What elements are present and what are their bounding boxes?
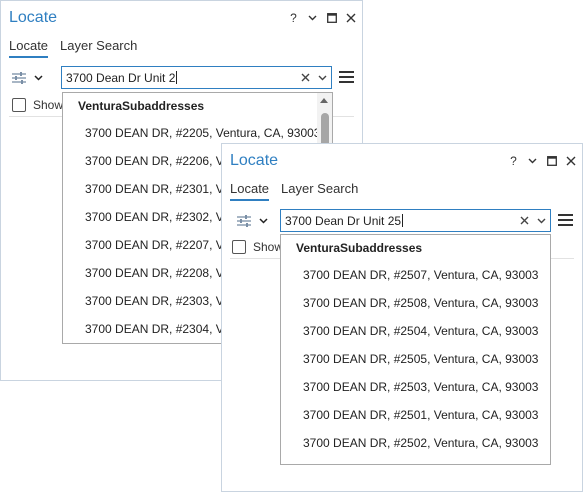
chevron-down-icon <box>528 158 537 163</box>
tab-locate[interactable]: Locate <box>9 38 49 58</box>
search-input-value: 3700 Dean Dr Unit 25 <box>285 213 402 228</box>
suggestion-item[interactable]: 3700 DEAN DR, #2501, Ventura, CA, 93003 <box>303 408 538 422</box>
suggestions-dropdown: VenturaSubaddresses 3700 DEAN DR, #2507,… <box>280 234 551 465</box>
pane-title: Locate <box>230 152 279 169</box>
close-icon <box>566 156 575 165</box>
chevron-down-icon[interactable] <box>318 75 327 81</box>
suggestion-item[interactable]: 3700 DEAN DR, #2502, Ventura, CA, 93003 <box>303 436 538 450</box>
sliders-icon <box>237 215 251 227</box>
tab-bar: Locate Layer Search <box>9 38 137 58</box>
tab-bar: Locate Layer Search <box>230 181 358 201</box>
help-button[interactable]: ? <box>508 153 519 168</box>
close-button[interactable] <box>565 154 576 167</box>
hamburger-menu-icon[interactable] <box>339 71 354 83</box>
sliders-icon <box>12 72 26 84</box>
help-icon: ? <box>290 10 297 25</box>
show-checkbox[interactable] <box>12 98 26 112</box>
hamburger-menu-icon[interactable] <box>558 214 573 226</box>
suggestion-item[interactable]: 3700 DEAN DR, #2508, Ventura, CA, 93003 <box>303 296 538 310</box>
scroll-up-icon[interactable] <box>320 98 328 103</box>
maximize-icon <box>546 155 557 166</box>
chevron-down-icon[interactable] <box>537 218 546 224</box>
tab-locate[interactable]: Locate <box>230 181 270 201</box>
pane-title: Locate <box>9 9 58 26</box>
text-cursor <box>402 213 404 227</box>
maximize-button[interactable] <box>546 154 557 167</box>
maximize-icon <box>326 12 337 23</box>
suggestion-item[interactable]: 3700 DEAN DR, #2503, Ventura, CA, 93003 <box>303 380 538 394</box>
locator-options[interactable] <box>11 71 43 85</box>
clear-icon[interactable] <box>301 73 310 82</box>
clear-icon[interactable] <box>520 216 529 225</box>
show-label: Show <box>33 98 64 112</box>
show-option-row[interactable]: Show <box>232 240 283 254</box>
suggestion-item[interactable]: 3700 DEAN DR, #2505, Ventura, CA, 93003 <box>303 352 538 366</box>
show-option-row[interactable]: Show <box>12 98 63 112</box>
close-button[interactable] <box>345 11 356 24</box>
chevron-down-icon <box>259 218 268 224</box>
tab-layer-search[interactable]: Layer Search <box>60 38 137 58</box>
suggestion-item[interactable]: 3700 DEAN DR, #2507, Ventura, CA, 93003 <box>303 268 538 282</box>
text-cursor <box>176 70 178 84</box>
show-checkbox[interactable] <box>232 240 246 254</box>
chevron-down-icon <box>34 75 43 81</box>
suggestion-item[interactable]: 3700 DEAN DR, #2504, Ventura, CA, 93003 <box>303 324 538 338</box>
locate-pane-front: Locate ? Locate Layer Search 3700 Dean D… <box>221 143 583 492</box>
scroll-thumb[interactable] <box>321 113 329 147</box>
show-label: Show <box>253 240 284 254</box>
suggestions-group-header: VenturaSubaddresses <box>78 99 205 113</box>
search-input[interactable]: 3700 Dean Dr Unit 2 <box>61 66 332 89</box>
help-icon: ? <box>510 153 517 168</box>
search-input[interactable]: 3700 Dean Dr Unit 25 <box>280 209 551 232</box>
suggestions-group-header: VenturaSubaddresses <box>296 241 423 255</box>
tab-layer-search[interactable]: Layer Search <box>281 181 358 201</box>
maximize-button[interactable] <box>326 11 337 24</box>
options-button[interactable] <box>527 154 538 167</box>
locator-options[interactable] <box>236 214 268 228</box>
chevron-down-icon <box>308 15 317 20</box>
options-button[interactable] <box>307 11 318 24</box>
window-controls: ? <box>508 153 576 168</box>
close-icon <box>346 13 355 22</box>
window-controls: ? <box>288 10 356 25</box>
help-button[interactable]: ? <box>288 10 299 25</box>
suggestion-item[interactable]: 3700 DEAN DR, #2205, Ventura, CA, 93003 <box>85 126 320 140</box>
search-input-value: 3700 Dean Dr Unit 2 <box>66 70 176 85</box>
